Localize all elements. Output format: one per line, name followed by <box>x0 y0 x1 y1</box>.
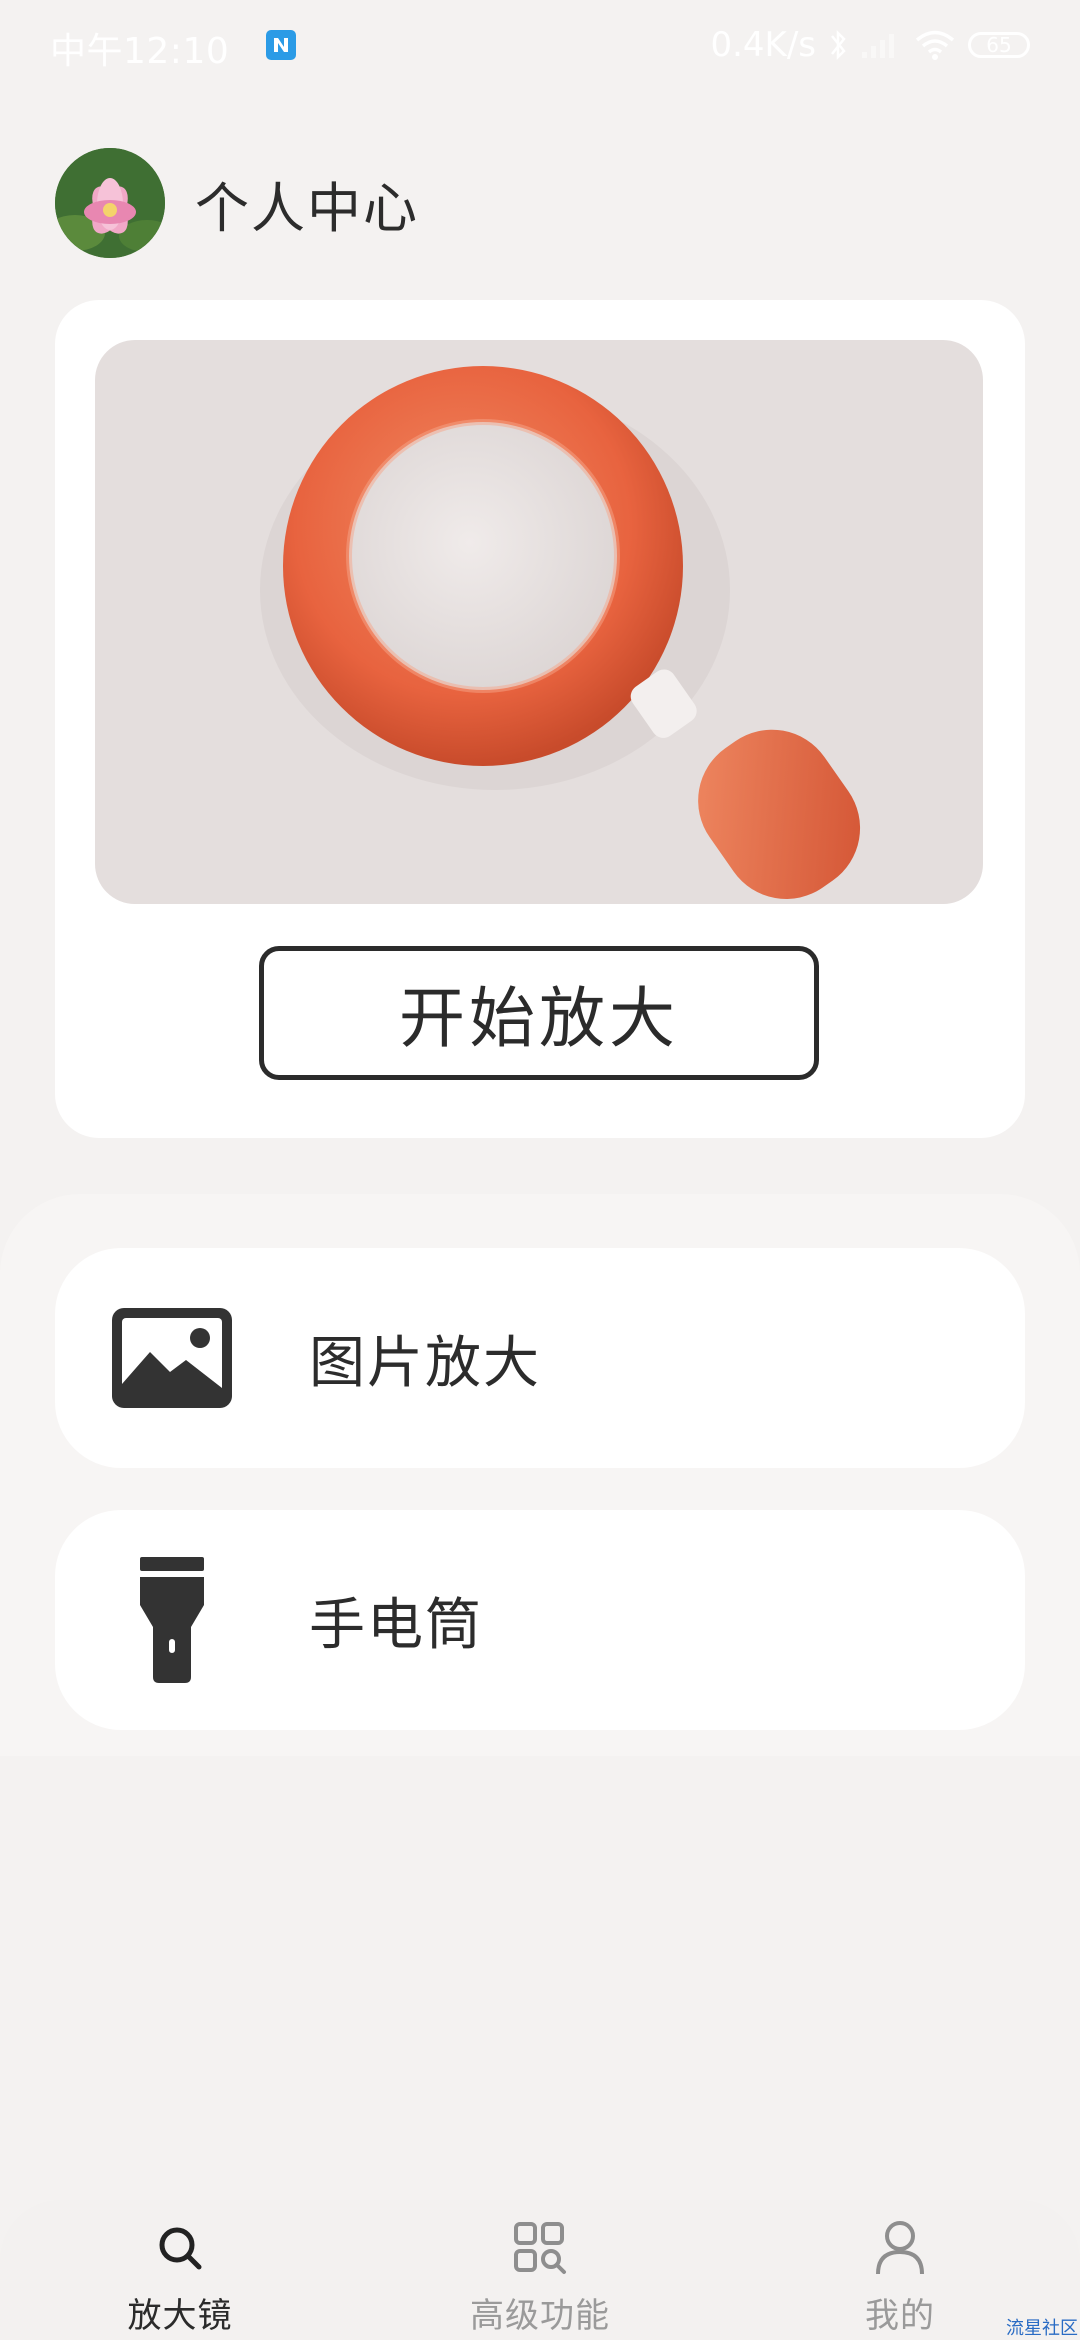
status-time: 中午12:10 <box>50 31 230 72</box>
app-notification-icon <box>266 30 296 60</box>
status-bar: 中午12:10 0.4K/s 65 <box>0 0 1080 90</box>
hero-image <box>95 340 983 904</box>
magnifying-glass-illustration <box>260 366 861 899</box>
feature-label: 手电筒 <box>309 1592 483 1658</box>
bluetooth-icon <box>828 27 848 63</box>
tab-magnifier[interactable]: 放大镜 <box>0 2200 360 2340</box>
screen: 中午12:10 0.4K/s 65 个人中心 开始放大 图片放大 手电筒 放大镜… <box>0 0 1080 2340</box>
flashlight-icon <box>110 1557 234 1683</box>
page-title: 个人中心 <box>195 176 419 240</box>
feature-image-magnify[interactable]: 图片放大 <box>55 1248 1025 1468</box>
network-speed: 0.4K/s <box>710 25 816 65</box>
bottom-nav: 放大镜 高级功能 我的 <box>0 2200 1080 2340</box>
avatar[interactable] <box>55 148 165 258</box>
tab-label: 放大镜 <box>127 2296 233 2336</box>
feature-flashlight[interactable]: 手电筒 <box>55 1510 1025 1730</box>
image-icon <box>110 1296 234 1420</box>
hero-card: 开始放大 <box>55 300 1025 1138</box>
tab-label: 我的 <box>865 2296 935 2336</box>
start-magnify-button[interactable]: 开始放大 <box>259 946 819 1080</box>
search-icon <box>152 2220 208 2276</box>
status-right-group: 0.4K/s 65 <box>710 22 1030 68</box>
header: 个人中心 <box>55 148 419 258</box>
user-icon <box>872 2220 928 2276</box>
apps-search-icon <box>512 2220 568 2276</box>
signal-icon <box>860 30 902 60</box>
watermark: 流星社区 <box>1006 2318 1078 2339</box>
feature-label: 图片放大 <box>309 1330 541 1396</box>
tab-label: 高级功能 <box>470 2296 610 2336</box>
wifi-icon <box>914 29 956 61</box>
battery-icon: 65 <box>968 32 1030 58</box>
battery-level: 65 <box>986 33 1012 57</box>
lotus-flower-avatar <box>55 148 165 258</box>
tab-advanced[interactable]: 高级功能 <box>360 2200 720 2340</box>
